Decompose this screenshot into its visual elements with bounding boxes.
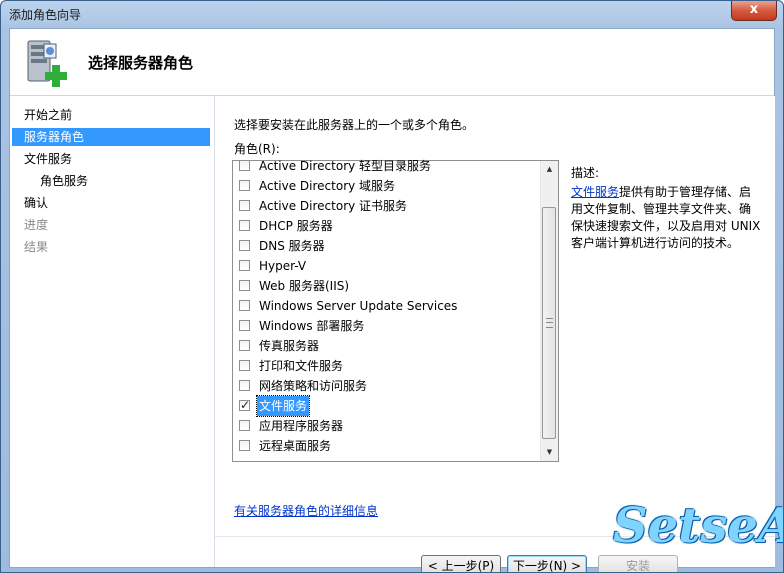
- close-button[interactable]: x: [731, 1, 777, 21]
- nav-item-before-you-begin[interactable]: 开始之前: [12, 106, 210, 124]
- title-bar[interactable]: 添加角色向导 x: [1, 1, 783, 27]
- role-item-hyper-v[interactable]: Hyper-V: [237, 256, 541, 276]
- role-checkbox[interactable]: [239, 280, 250, 291]
- role-item-ad-cs[interactable]: Active Directory 证书服务: [237, 196, 541, 216]
- role-checkbox[interactable]: [239, 320, 250, 331]
- role-item-wsus[interactable]: Windows Server Update Services: [237, 296, 541, 316]
- install-button: 安装: [598, 555, 678, 572]
- role-item-ad-lds[interactable]: Active Directory 轻型目录服务: [237, 156, 541, 176]
- role-item-fax[interactable]: 传真服务器: [237, 336, 541, 356]
- role-checkbox[interactable]: [239, 220, 250, 231]
- instruction-text: 选择要安装在此服务器上的一个或多个角色。: [234, 118, 475, 132]
- role-item-app-server[interactable]: 应用程序服务器: [237, 416, 541, 436]
- role-item-dhcp[interactable]: DHCP 服务器: [237, 216, 541, 236]
- roles-scrollbar[interactable]: ▲ ▼: [540, 161, 558, 461]
- role-checkbox[interactable]: [239, 360, 250, 371]
- wizard-nav: 开始之前 服务器角色 文件服务 角色服务 确认 进度 结果: [10, 96, 214, 567]
- check-mark-icon: ✓: [240, 398, 251, 412]
- role-item-dns[interactable]: DNS 服务器: [237, 236, 541, 256]
- more-info-link[interactable]: 有关服务器角色的详细信息: [234, 502, 378, 519]
- nav-item-server-roles[interactable]: 服务器角色: [12, 128, 210, 146]
- nav-item-file-services[interactable]: 文件服务: [12, 150, 210, 168]
- window-title: 添加角色向导: [9, 8, 82, 22]
- role-item-web-iis[interactable]: Web 服务器(IIS): [237, 276, 541, 296]
- role-checkbox[interactable]: [239, 240, 250, 251]
- role-item-wds[interactable]: Windows 部署服务: [237, 316, 541, 336]
- scroll-up-icon[interactable]: ▲: [541, 161, 558, 178]
- nav-item-progress: 进度: [24, 218, 49, 232]
- nav-item-confirmation[interactable]: 确认: [12, 194, 210, 212]
- description-text: 文件服务提供有助于管理存储、启用文件复制、管理共享文件夹、确保快速搜索文件，以及…: [571, 184, 761, 252]
- back-button[interactable]: < 上一步(P): [421, 555, 501, 572]
- role-item-rds[interactable]: 远程桌面服务: [237, 436, 541, 456]
- role-checkbox[interactable]: [239, 300, 250, 311]
- description-link[interactable]: 文件服务: [571, 185, 619, 199]
- main-content: 选择要安装在此服务器上的一个或多个角色。 角色(R): Active Direc…: [214, 96, 775, 572]
- role-checkbox[interactable]: [239, 180, 250, 191]
- role-item-print[interactable]: 打印和文件服务: [237, 356, 541, 376]
- role-checkbox[interactable]: [239, 160, 250, 171]
- role-item-file-services[interactable]: ✓ 文件服务: [237, 395, 541, 417]
- scroll-down-icon[interactable]: ▼: [541, 444, 558, 461]
- role-checkbox[interactable]: [239, 200, 250, 211]
- watermark-logo: SetseA: [613, 498, 784, 554]
- roles-label: 角色(R):: [234, 142, 280, 156]
- page-title: 选择服务器角色: [88, 54, 194, 72]
- wizard-client: 选择服务器角色 开始之前 服务器角色 文件服务 角色服务 确认 进度 结果 选择…: [9, 28, 775, 572]
- role-checkbox[interactable]: [239, 420, 250, 431]
- nav-item-role-services[interactable]: 角色服务: [12, 172, 210, 190]
- role-checkbox[interactable]: [239, 260, 250, 271]
- role-checkbox-checked[interactable]: ✓: [239, 398, 251, 412]
- wizard-window: 添加角色向导 x 选择服务器角色 开始之前 服务器角色 文件服务 角色服务 确认…: [0, 0, 784, 573]
- server-add-icon: [27, 40, 67, 87]
- description-label: 描述:: [571, 166, 600, 180]
- role-item-npas[interactable]: 网络策略和访问服务: [237, 376, 541, 396]
- grip-icon: [546, 318, 553, 328]
- wizard-header: 选择服务器角色: [10, 29, 774, 96]
- role-checkbox[interactable]: [239, 440, 250, 451]
- roles-listbox[interactable]: Active Directory 轻型目录服务 Active Directory…: [232, 159, 559, 462]
- nav-item-results: 结果: [24, 240, 49, 254]
- role-item-ad-ds[interactable]: Active Directory 域服务: [237, 176, 541, 196]
- role-checkbox[interactable]: [239, 380, 250, 391]
- role-checkbox[interactable]: [239, 340, 250, 351]
- scroll-thumb[interactable]: [542, 207, 556, 439]
- next-button[interactable]: 下一步(N) >: [507, 555, 587, 572]
